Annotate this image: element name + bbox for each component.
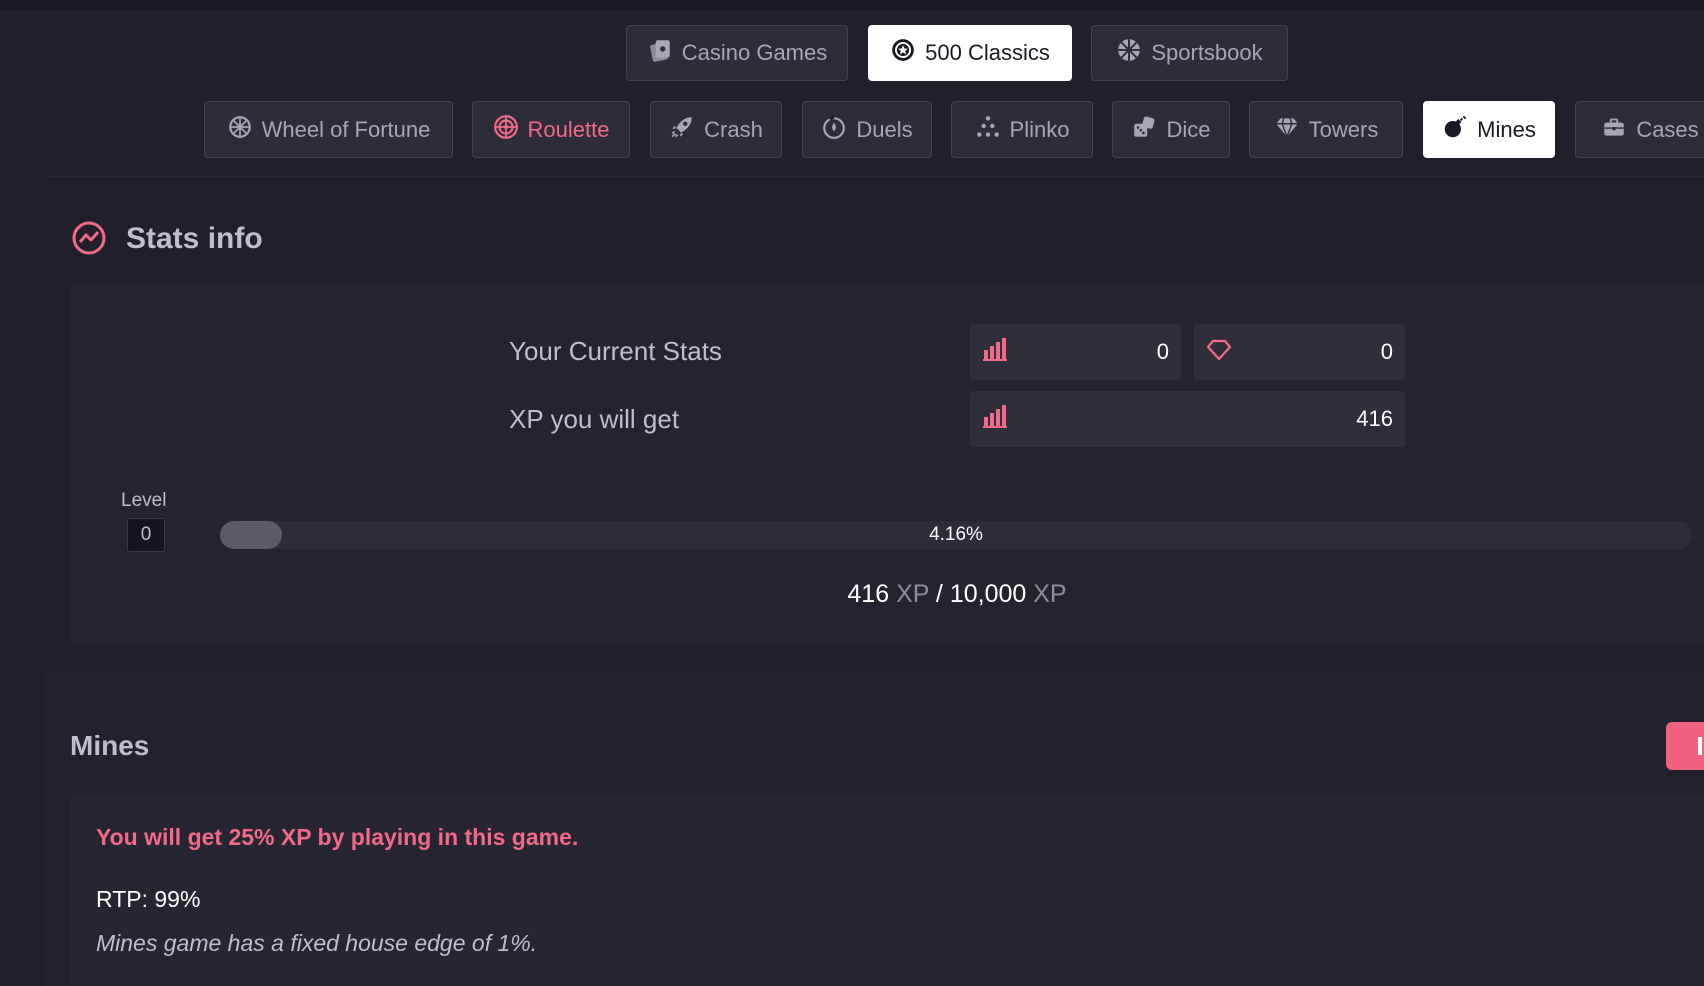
rocket-icon <box>669 114 695 146</box>
play-button-glyph <box>1698 737 1702 755</box>
xp-will-get-label: XP you will get <box>509 404 680 434</box>
xp-target: 10,000 <box>949 580 1027 608</box>
play-button[interactable] <box>1666 722 1704 770</box>
duel-icon <box>821 114 847 146</box>
xp-separator: / <box>935 580 943 608</box>
cards-icon <box>647 37 673 69</box>
xp-will-get-box: 416 <box>970 391 1405 447</box>
nav-500-classics[interactable]: 500 Classics <box>868 25 1072 81</box>
game-wheel-of-fortune-label: Wheel of Fortune <box>261 116 431 142</box>
game-duels[interactable]: Duels <box>802 101 932 158</box>
game-roulette[interactable]: Roulette <box>472 101 630 158</box>
nav-sportsbook-label: Sportsbook <box>1151 40 1263 65</box>
bar-chart-icon <box>982 336 1008 368</box>
house-edge-text: Mines game has a fixed house edge of 1%. <box>96 930 538 956</box>
chip-icon <box>890 37 916 69</box>
xp-progress-text: 4.16% <box>929 524 983 545</box>
game-duels-label: Duels <box>856 116 913 142</box>
nav-sportsbook[interactable]: Sportsbook <box>1091 25 1288 81</box>
game-crash-label: Crash <box>704 116 763 142</box>
diamond-icon <box>1274 114 1300 146</box>
xp-summary: 416 XP / 10,000 XP <box>744 580 1170 609</box>
game-crash[interactable]: Crash <box>650 101 782 158</box>
current-gems-box: 0 <box>1194 324 1405 380</box>
game-cases[interactable]: Cases <box>1575 101 1704 158</box>
roulette-icon <box>493 114 519 146</box>
game-wheel-of-fortune[interactable]: Wheel of Fortune <box>204 101 453 158</box>
xp-will-get-value: 416 <box>1356 406 1393 431</box>
nav-casino-games[interactable]: Casino Games <box>626 25 848 81</box>
xp-progress-bar: 4.16% <box>220 521 1692 549</box>
briefcase-icon <box>1601 114 1627 146</box>
game-roulette-label: Roulette <box>527 116 610 142</box>
trend-icon <box>72 221 106 255</box>
gem-outline-icon <box>1206 336 1232 368</box>
bomb-icon <box>1442 114 1468 146</box>
xp-current: 416 <box>847 580 890 608</box>
plinko-icon <box>975 114 1001 146</box>
game-dice[interactable]: Dice <box>1112 101 1230 158</box>
game-towers[interactable]: Towers <box>1249 101 1403 158</box>
nav-500-classics-label: 500 Classics <box>925 40 1050 65</box>
dice-icon <box>1131 114 1157 146</box>
game-cases-label: Cases <box>1636 116 1699 142</box>
level-label: Level <box>121 490 167 511</box>
current-gems-value: 0 <box>1380 339 1393 364</box>
bar-chart-icon <box>982 403 1008 435</box>
game-mines-label: Mines <box>1477 116 1536 142</box>
rtp-text: RTP: 99% <box>96 886 201 912</box>
nav-divider <box>44 176 1704 177</box>
game-plinko-label: Plinko <box>1009 116 1070 142</box>
xp-unit-target: XP <box>1033 580 1067 608</box>
xp-unit-current: XP <box>896 580 929 608</box>
stats-title: Stats info <box>126 222 263 255</box>
xp-bonus-note: You will get 25% XP by playing in this g… <box>96 824 579 850</box>
ball-icon <box>1116 37 1142 69</box>
wheel-icon <box>227 114 253 146</box>
level-value: 0 <box>127 518 165 552</box>
top-strip <box>0 0 1704 11</box>
current-xp-box: 0 <box>970 324 1181 380</box>
current-stats-label: Your Current Stats <box>509 336 722 366</box>
game-towers-label: Towers <box>1308 116 1379 142</box>
game-info-title: Mines <box>70 730 150 761</box>
game-dice-label: Dice <box>1166 116 1211 142</box>
nav-casino-games-label: Casino Games <box>681 40 828 65</box>
game-mines[interactable]: Mines <box>1423 101 1555 158</box>
current-xp-value: 0 <box>1156 339 1169 364</box>
game-plinko[interactable]: Plinko <box>951 101 1093 158</box>
